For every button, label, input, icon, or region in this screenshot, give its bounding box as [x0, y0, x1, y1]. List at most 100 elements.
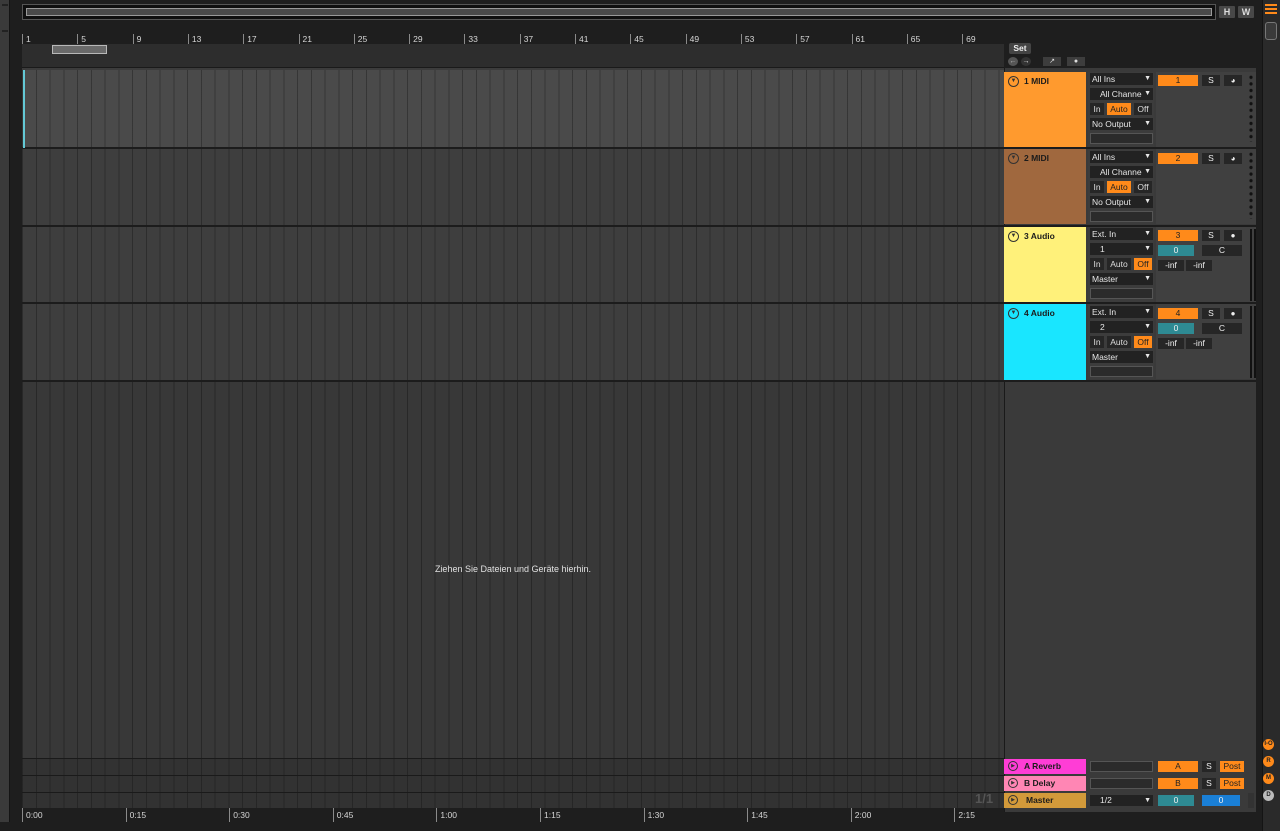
- solo-button[interactable]: S: [1202, 230, 1220, 241]
- returns-toggle-button[interactable]: R: [1263, 756, 1274, 767]
- loop-bar[interactable]: [22, 44, 1004, 68]
- master-output-dropdown[interactable]: 1/2 ▼: [1090, 795, 1153, 806]
- fold-icon[interactable]: ▼: [1008, 76, 1019, 87]
- monitor-off-button[interactable]: Off: [1134, 258, 1152, 270]
- track-activator-button[interactable]: 3: [1158, 230, 1198, 241]
- monitor-auto-button[interactable]: Auto: [1107, 181, 1131, 193]
- peak-level-right[interactable]: -inf: [1186, 338, 1212, 349]
- output-dropdown[interactable]: Master ▼: [1090, 273, 1153, 285]
- return-io-slot[interactable]: [1090, 761, 1153, 772]
- input-type-dropdown[interactable]: Ext. In ▼: [1090, 228, 1153, 240]
- output-dropdown[interactable]: Master ▼: [1090, 351, 1153, 363]
- master-title-bar[interactable]: ▶ Master: [1004, 793, 1086, 808]
- nav-back-icon[interactable]: ←: [1008, 57, 1018, 66]
- output-channel-slot[interactable]: [1090, 133, 1153, 144]
- input-channel-dropdown[interactable]: 1 ▼: [1090, 243, 1153, 255]
- arrangement-overview[interactable]: [22, 4, 1216, 20]
- height-toggle-button[interactable]: H: [1219, 6, 1235, 18]
- track-activator-button[interactable]: 1: [1158, 75, 1198, 86]
- monitor-off-button[interactable]: Off: [1134, 336, 1152, 348]
- loop-brace[interactable]: [52, 45, 107, 54]
- return-lane-b[interactable]: [22, 775, 1004, 792]
- track-activator-button[interactable]: 4: [1158, 308, 1198, 319]
- track-lane-1[interactable]: [22, 70, 1004, 149]
- master-pan-field[interactable]: 0: [1202, 795, 1240, 806]
- clock-icon[interactable]: ◕: [1224, 153, 1242, 164]
- time-ruler[interactable]: 0:00 0:15 0:30 0:45 1:00 1:15 1:30 1:45 2:00 2:15: [22, 808, 1004, 822]
- fold-icon[interactable]: ▼: [1008, 153, 1019, 164]
- beat-ruler[interactable]: 1 5 9 13 17 21 25 29 33 37 41 45 49 53 57 61 65 69: [22, 34, 1004, 44]
- track-title-bar[interactable]: ▼ 3 Audio: [1004, 227, 1086, 302]
- menu-icon[interactable]: [1265, 4, 1277, 16]
- track-lane-2[interactable]: [22, 149, 1004, 227]
- output-dropdown[interactable]: No Output ▼: [1090, 118, 1153, 130]
- peak-level-left[interactable]: -inf: [1158, 338, 1184, 349]
- pan-field[interactable]: C: [1202, 323, 1242, 334]
- mixer-toggle-button[interactable]: M: [1263, 773, 1274, 784]
- monitor-auto-button[interactable]: Auto: [1107, 258, 1131, 270]
- width-toggle-button[interactable]: W: [1238, 6, 1254, 18]
- monitor-in-button[interactable]: In: [1090, 103, 1104, 115]
- return-lane-a[interactable]: [22, 758, 1004, 775]
- track-name[interactable]: 3 Audio: [1024, 231, 1055, 241]
- track-title-bar[interactable]: ▼ 1 MIDI: [1004, 72, 1086, 147]
- volume-field[interactable]: 0: [1158, 245, 1194, 256]
- play-icon[interactable]: ▶: [1008, 761, 1018, 771]
- delay-toggle-button[interactable]: D: [1263, 790, 1274, 801]
- monitor-in-button[interactable]: In: [1090, 181, 1104, 193]
- fold-icon[interactable]: ▼: [1008, 308, 1019, 319]
- monitor-off-button[interactable]: Off: [1134, 103, 1152, 115]
- nav-forward-icon[interactable]: →: [1021, 57, 1031, 66]
- output-channel-slot[interactable]: [1090, 366, 1153, 377]
- output-channel-slot[interactable]: [1090, 211, 1153, 222]
- track-title-bar[interactable]: ▼ 2 MIDI: [1004, 149, 1086, 224]
- record-icon[interactable]: ●: [1224, 308, 1242, 319]
- track-title-bar[interactable]: ▼ 4 Audio: [1004, 304, 1086, 380]
- play-icon[interactable]: ▶: [1008, 778, 1018, 788]
- volume-field[interactable]: 0: [1158, 323, 1194, 334]
- fold-icon[interactable]: ▼: [1008, 231, 1019, 242]
- input-channel-dropdown[interactable]: All Channe ▼: [1090, 88, 1153, 100]
- monitor-in-button[interactable]: In: [1090, 336, 1104, 348]
- solo-button[interactable]: S: [1202, 761, 1216, 772]
- play-icon[interactable]: ▶: [1008, 795, 1018, 805]
- solo-button[interactable]: S: [1202, 153, 1220, 164]
- set-label[interactable]: Set: [1009, 43, 1031, 54]
- solo-button[interactable]: S: [1202, 778, 1216, 789]
- master-lane[interactable]: [22, 792, 1004, 808]
- input-type-dropdown[interactable]: All Ins ▼: [1090, 73, 1153, 85]
- overview-viewport[interactable]: [26, 8, 1212, 16]
- peak-level-left[interactable]: -inf: [1158, 260, 1184, 271]
- monitor-auto-button[interactable]: Auto: [1107, 336, 1131, 348]
- output-dropdown[interactable]: No Output ▼: [1090, 196, 1153, 208]
- device-view-toggle-icon[interactable]: [1265, 22, 1277, 40]
- post-button[interactable]: Post: [1220, 778, 1244, 789]
- input-channel-dropdown[interactable]: 2 ▼: [1090, 321, 1153, 333]
- solo-button[interactable]: S: [1202, 308, 1220, 319]
- return-activator-button[interactable]: B: [1158, 778, 1198, 789]
- track-lane-4[interactable]: [22, 304, 1004, 382]
- solo-button[interactable]: S: [1202, 75, 1220, 86]
- lock-icon[interactable]: ●: [1067, 57, 1085, 66]
- track-name[interactable]: 1 MIDI: [1024, 76, 1049, 86]
- monitor-auto-button[interactable]: Auto: [1107, 103, 1131, 115]
- peak-level-right[interactable]: -inf: [1186, 260, 1212, 271]
- input-type-dropdown[interactable]: Ext. In ▼: [1090, 306, 1153, 318]
- expand-icon[interactable]: ↗: [1043, 57, 1061, 66]
- input-type-dropdown[interactable]: All Ins ▼: [1090, 151, 1153, 163]
- io-toggle-button[interactable]: I-O: [1263, 739, 1274, 750]
- return-activator-button[interactable]: A: [1158, 761, 1198, 772]
- output-channel-slot[interactable]: [1090, 288, 1153, 299]
- input-channel-dropdown[interactable]: All Channe ▼: [1090, 166, 1153, 178]
- monitor-off-button[interactable]: Off: [1134, 181, 1152, 193]
- return-title-bar[interactable]: ▶ A Reverb: [1004, 759, 1086, 774]
- drop-area[interactable]: Ziehen Sie Dateien und Geräte hierhin.: [22, 382, 1004, 758]
- clock-icon[interactable]: ◕: [1224, 75, 1242, 86]
- track-lane-3[interactable]: [22, 227, 1004, 304]
- return-io-slot[interactable]: [1090, 778, 1153, 789]
- track-activator-button[interactable]: 2: [1158, 153, 1198, 164]
- monitor-in-button[interactable]: In: [1090, 258, 1104, 270]
- master-volume-field[interactable]: 0: [1158, 795, 1194, 806]
- track-name[interactable]: 2 MIDI: [1024, 153, 1049, 163]
- record-icon[interactable]: ●: [1224, 230, 1242, 241]
